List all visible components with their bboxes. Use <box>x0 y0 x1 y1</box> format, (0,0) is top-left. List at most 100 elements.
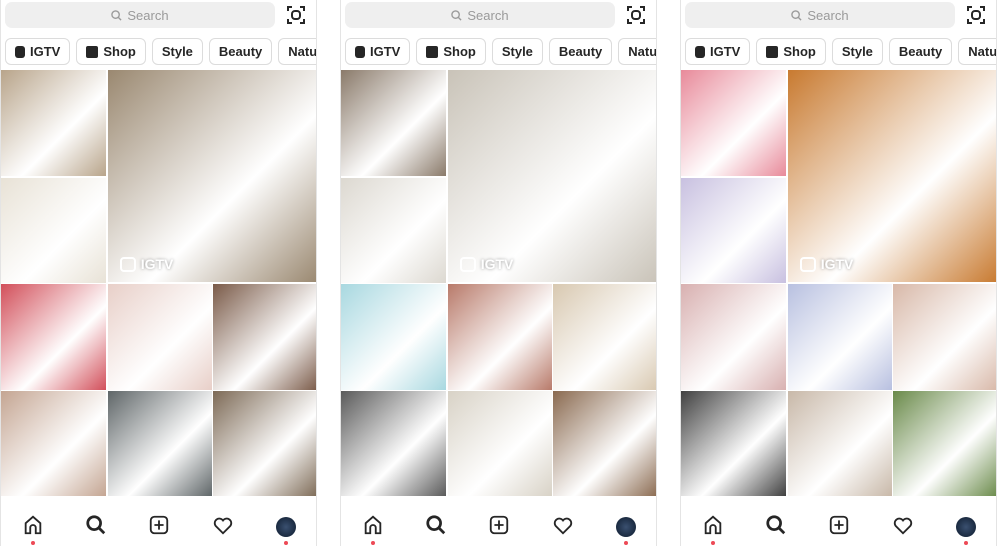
post-tile[interactable] <box>447 284 553 390</box>
post-tile[interactable] <box>681 177 786 283</box>
post-tile[interactable] <box>1 177 106 283</box>
nav-home[interactable] <box>361 514 385 545</box>
nav-add-post[interactable] <box>147 515 171 539</box>
nav-search[interactable] <box>84 514 108 541</box>
post-tile[interactable] <box>681 390 786 496</box>
nav-search[interactable] <box>764 514 788 539</box>
bottom-nav <box>1 508 316 546</box>
add-post-icon <box>828 514 850 541</box>
chip-beauty[interactable]: Beauty <box>888 38 953 65</box>
shopping-bag-icon <box>766 45 779 58</box>
post-tile[interactable] <box>213 390 316 496</box>
igtv-icon <box>119 256 136 272</box>
nav-profile-avatar[interactable] <box>614 515 638 545</box>
post-tile[interactable] <box>681 284 786 390</box>
igtv-badge: IGTV <box>799 256 853 272</box>
post-tile[interactable] <box>681 70 786 176</box>
topic-chips: IGTVShopStyleBeautyNature <box>685 38 996 65</box>
chip-style[interactable]: Style <box>151 38 203 65</box>
post-tile[interactable] <box>553 284 656 390</box>
chip-igtv[interactable]: IGTV <box>685 38 751 65</box>
home-icon <box>702 514 724 541</box>
chip-style[interactable]: Style <box>831 38 883 65</box>
shopping-bag-icon <box>86 45 99 58</box>
notification-dot <box>964 541 969 545</box>
post-tile[interactable] <box>1 70 106 176</box>
post-tile[interactable] <box>553 390 656 496</box>
search-input[interactable]: Search <box>685 2 955 28</box>
nav-heart[interactable] <box>551 515 575 539</box>
nav-home[interactable] <box>701 514 725 545</box>
chip-shop[interactable]: Shop <box>416 38 486 65</box>
search-icon <box>451 9 462 21</box>
scan-icon[interactable] <box>626 5 646 25</box>
search-placeholder: Search <box>127 7 169 23</box>
post-tile[interactable] <box>893 284 996 390</box>
chip-nature[interactable]: Nature <box>958 38 996 65</box>
search-icon <box>111 9 122 21</box>
explore-grid: IGTV <box>681 70 996 506</box>
chip-shop[interactable]: Shop <box>756 38 826 65</box>
add-post-icon <box>488 514 510 541</box>
nav-add-post[interactable] <box>827 515 851 539</box>
topic-chips: IGTVShopStyleBeautyNature <box>345 38 656 65</box>
scan-icon[interactable] <box>966 5 986 25</box>
chip-nature[interactable]: Nature <box>618 38 656 65</box>
post-tile[interactable] <box>787 284 893 390</box>
chip-igtv[interactable]: IGTV <box>5 38 71 65</box>
scan-icon[interactable] <box>286 5 306 25</box>
post-tile[interactable] <box>787 390 893 496</box>
chip-igtv[interactable]: IGTV <box>345 38 411 65</box>
notification-dot <box>370 541 375 545</box>
chip-style[interactable]: Style <box>491 38 543 65</box>
igtv-video-tile[interactable]: IGTV <box>787 70 996 282</box>
post-tile[interactable] <box>107 390 213 496</box>
chip-beauty[interactable]: Beauty <box>208 38 273 65</box>
notification-dot <box>30 541 35 545</box>
igtv-icon <box>799 256 816 272</box>
post-tile[interactable] <box>341 390 446 496</box>
search-input[interactable]: Search <box>5 2 275 28</box>
heart-icon <box>892 514 914 541</box>
post-tile[interactable] <box>213 284 316 390</box>
heart-icon <box>552 514 574 541</box>
post-tile[interactable] <box>107 284 213 390</box>
chip-beauty[interactable]: Beauty <box>548 38 613 65</box>
chip-nature[interactable]: Nature <box>278 38 316 65</box>
explore-grid: IGTV <box>341 70 656 506</box>
post-tile[interactable] <box>1 390 106 496</box>
nav-profile-avatar[interactable] <box>954 515 978 545</box>
nav-search[interactable] <box>424 514 448 541</box>
explore-screen: SearchIGTVShopStyleBeautyNatureIGTV <box>0 0 317 546</box>
add-post-icon <box>148 514 170 541</box>
profile-avatar <box>276 517 297 537</box>
igtv-video-tile[interactable]: IGTV <box>447 70 656 282</box>
nav-home[interactable] <box>21 515 45 545</box>
igtv-icon <box>459 256 476 272</box>
post-tile[interactable] <box>341 177 446 283</box>
profile-avatar <box>956 517 977 537</box>
post-tile[interactable] <box>341 284 446 390</box>
notification-dot <box>710 541 715 545</box>
chip-shop[interactable]: Shop <box>76 38 146 65</box>
notification-dot <box>284 541 289 545</box>
nav-heart[interactable] <box>891 515 915 539</box>
search-icon <box>791 9 802 21</box>
search-icon <box>85 514 107 541</box>
nav-heart[interactable] <box>211 515 235 539</box>
post-tile[interactable] <box>447 390 553 496</box>
search-input[interactable]: Search <box>345 2 615 28</box>
post-tile[interactable] <box>1 284 106 390</box>
post-tile[interactable] <box>893 390 996 496</box>
post-tile[interactable] <box>341 70 446 176</box>
home-icon <box>362 514 384 541</box>
explore-screen: SearchIGTVShopStyleBeautyNatureIGTV <box>340 0 657 546</box>
igtv-badge: IGTV <box>119 256 173 272</box>
topic-chips: IGTVShopStyleBeautyNature <box>5 38 316 65</box>
igtv-video-tile[interactable]: IGTV <box>107 70 316 282</box>
nav-add-post[interactable] <box>487 515 511 539</box>
explore-screen: SearchIGTVShopStyleBeautyNatureIGTV <box>680 0 997 546</box>
profile-avatar <box>616 517 637 537</box>
nav-profile-avatar[interactable] <box>274 515 298 545</box>
search-icon <box>425 514 447 541</box>
